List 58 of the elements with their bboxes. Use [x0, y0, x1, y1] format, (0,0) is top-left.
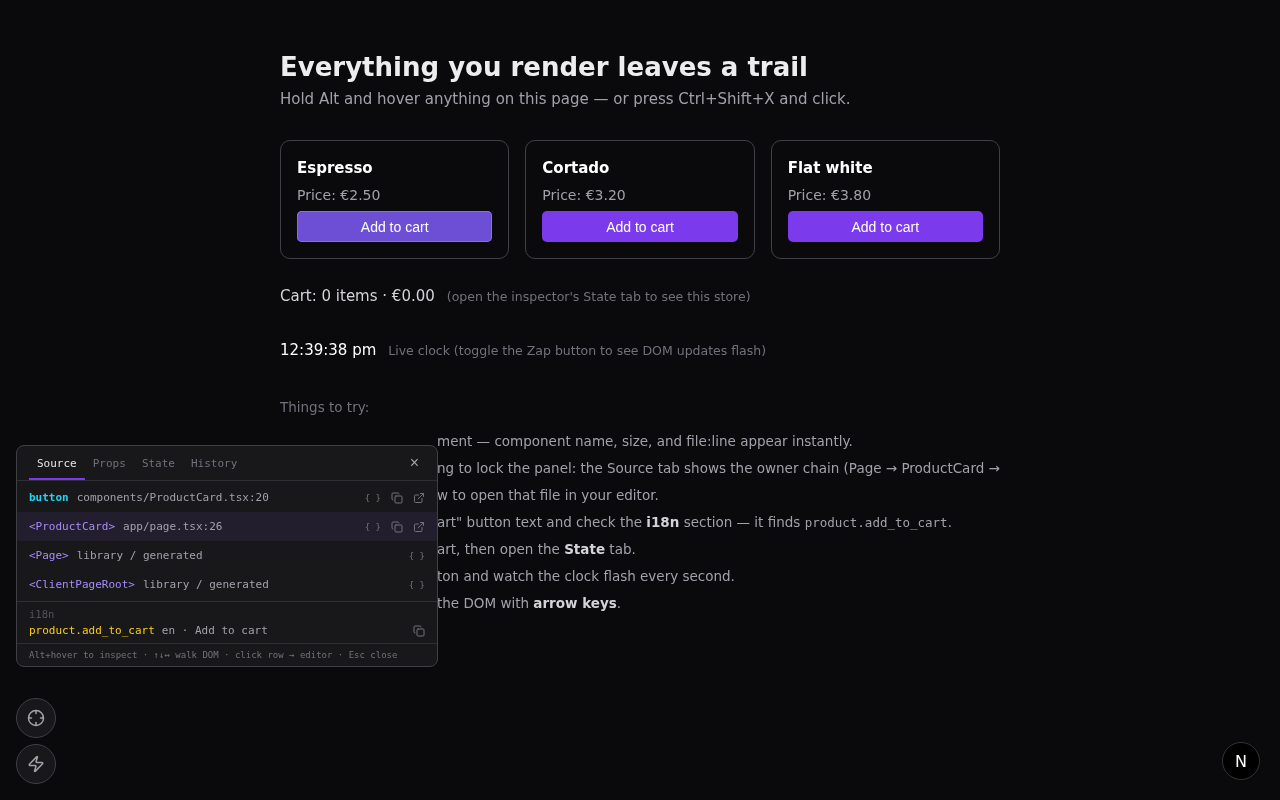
- tip-text: art" button text and check the i18n section — it finds product.add_to_cart.: [437, 514, 953, 532]
- owner-chain-row[interactable]: <Page> library / generated { }: [17, 541, 437, 570]
- inspector-tab[interactable]: Props: [84, 446, 134, 480]
- i18n-value: en · Add to cart: [161, 624, 268, 637]
- tip-text: ton and watch the clock flash every second.: [437, 568, 736, 586]
- crosshair-icon: [27, 709, 45, 727]
- add-to-cart-button[interactable]: Add to cart: [297, 211, 493, 242]
- i18n-key: product.add_to_cart: [29, 624, 155, 637]
- file-location: app/page.tsx:26: [123, 520, 223, 533]
- file-location: library / generated: [142, 578, 269, 591]
- shortcut-hint: Alt+hover to inspect · ↑↓↔ walk DOM · click row → editor · Esc close: [17, 643, 437, 666]
- file-location: library / generated: [76, 549, 203, 562]
- page-heading: Everything you render leaves a trail: [280, 52, 809, 82]
- props-braces-icon[interactable]: { }: [364, 521, 381, 532]
- external-link-icon[interactable]: [413, 520, 425, 533]
- crosshair-button[interactable]: [16, 698, 56, 738]
- zap-button[interactable]: [16, 744, 56, 784]
- component-name: <ClientPageRoot>: [29, 578, 135, 591]
- inspector-tab[interactable]: History: [183, 446, 246, 480]
- tip-text: the DOM with arrow keys.: [437, 595, 623, 613]
- tip-text: ng to lock the panel: the Source tab shows the owner chain (Page → ProductCard →: [437, 460, 1000, 478]
- props-braces-icon[interactable]: { }: [408, 579, 425, 590]
- copy-icon[interactable]: [391, 520, 403, 533]
- product-price: Price: €3.80: [787, 187, 873, 203]
- clock-hint: Live clock (toggle the Zap button to see DOM updates flash): [388, 343, 767, 358]
- cart-hint: (open the inspector's State tab to see this store): [446, 289, 751, 304]
- lightning-icon: [27, 755, 45, 773]
- inspector-tab[interactable]: State: [133, 446, 183, 480]
- product-name: Espresso: [297, 159, 374, 177]
- component-name: button: [29, 491, 69, 504]
- cart-summary: Cart: 0 items · €0.00: [280, 287, 435, 305]
- add-to-cart-button[interactable]: Add to cart: [787, 211, 983, 242]
- external-link-icon[interactable]: [413, 491, 425, 504]
- copy-icon[interactable]: [391, 491, 403, 504]
- component-name: <Page>: [29, 549, 69, 562]
- inspector-tab[interactable]: Source: [29, 446, 85, 480]
- clock-time: 12:39:38 pm: [280, 341, 377, 359]
- close-button[interactable]: ×: [403, 454, 425, 472]
- props-braces-icon[interactable]: { }: [408, 550, 425, 561]
- tip-text: art, then open the State tab.: [437, 541, 637, 559]
- tip-text: ment — component name, size, and file:line appear instantly.: [437, 433, 854, 451]
- page-subtitle: Hold Alt and hover anything on this page — or press Ctrl+Shift+X and click.: [280, 90, 852, 108]
- framework-badge[interactable]: N: [1222, 742, 1260, 780]
- props-braces-icon[interactable]: { }: [364, 492, 381, 503]
- section-label: i18n: [29, 608, 56, 620]
- tip-text: w to open that file in your editor.: [437, 487, 660, 505]
- owner-chain-row[interactable]: button components/ProductCard.tsx:20 { }: [17, 483, 437, 512]
- owner-chain-row[interactable]: <ProductCard> app/page.tsx:26 { }: [17, 512, 437, 541]
- file-location: components/ProductCard.tsx:20: [76, 491, 269, 504]
- tips-heading: Things to try:: [280, 399, 371, 415]
- product-price: Price: €2.50: [297, 187, 382, 203]
- product-name: Flat white: [787, 159, 874, 177]
- product-price: Price: €3.20: [542, 187, 627, 203]
- product-name: Cortado: [542, 159, 611, 177]
- copy-icon[interactable]: [413, 624, 425, 637]
- owner-chain-row[interactable]: <ClientPageRoot> library / generated { }: [17, 570, 437, 599]
- component-name: <ProductCard>: [29, 520, 116, 533]
- add-to-cart-button[interactable]: Add to cart: [542, 211, 738, 242]
